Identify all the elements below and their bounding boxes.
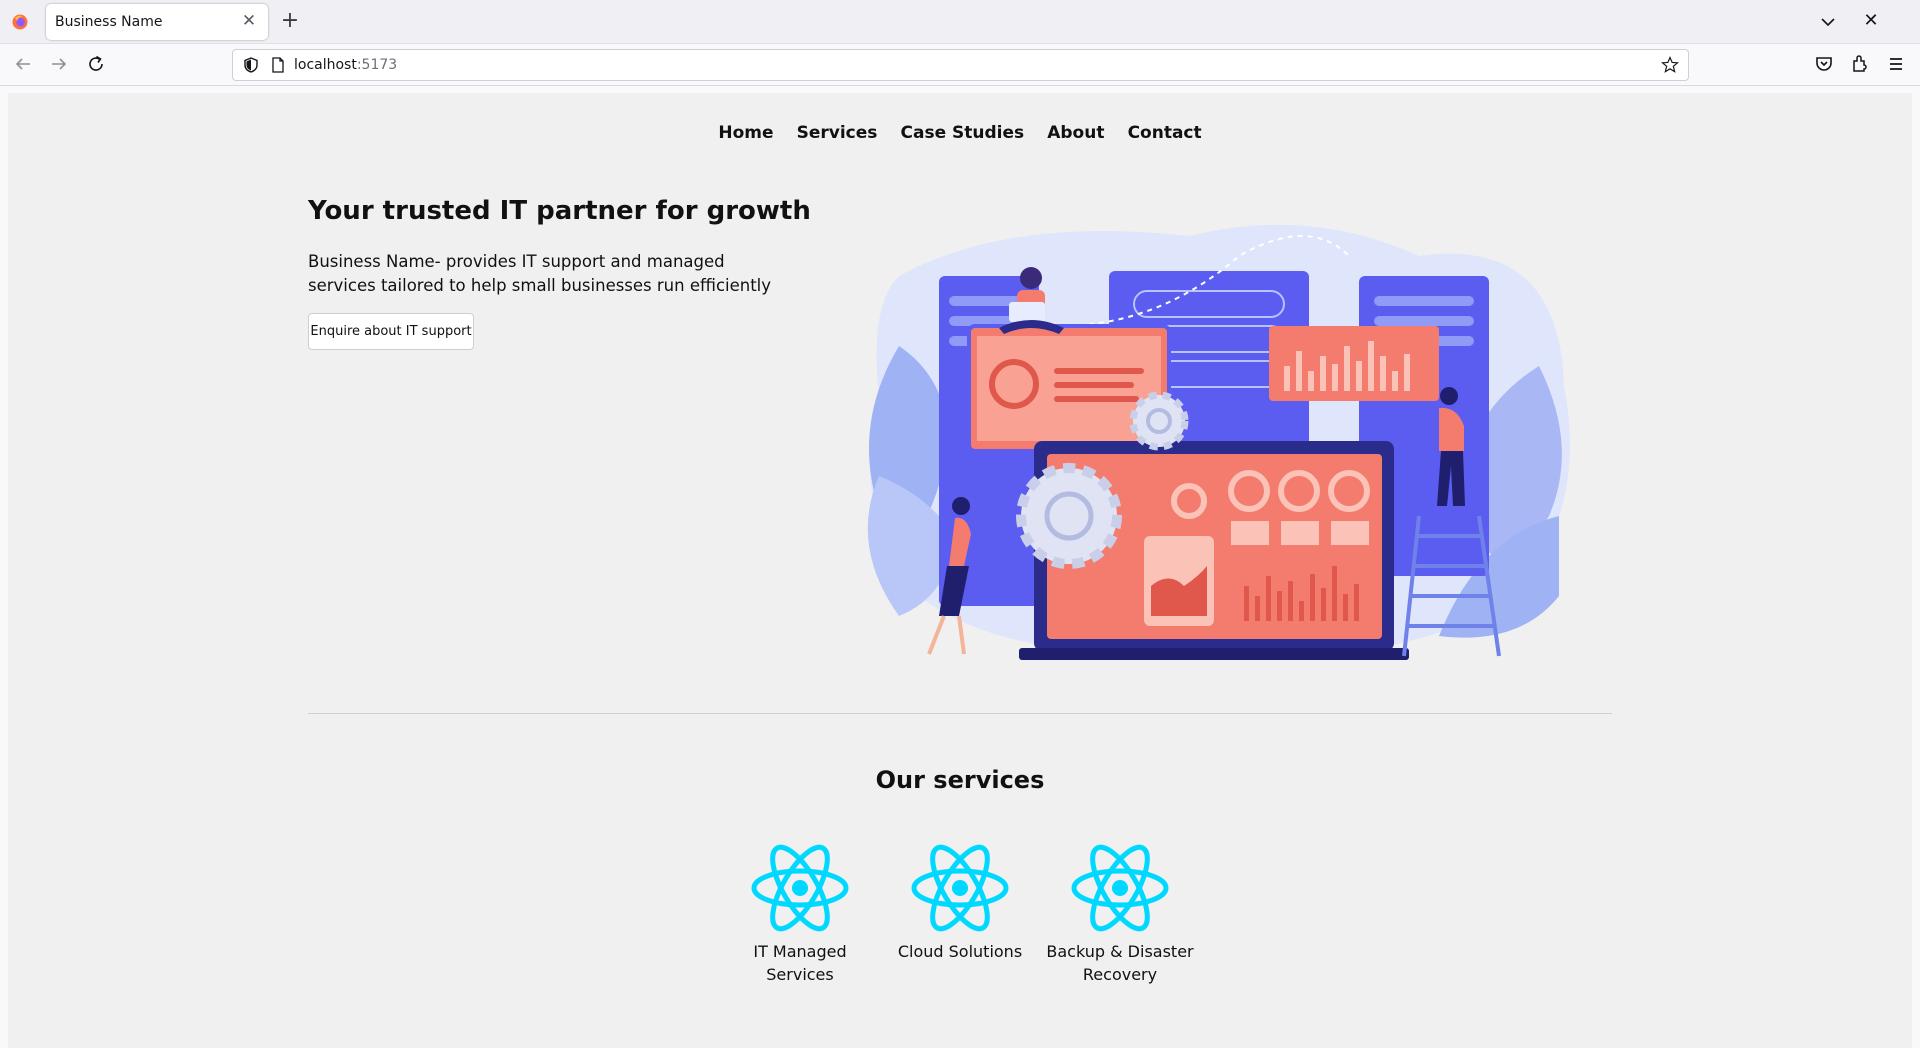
chevron-down-icon[interactable] (1816, 10, 1840, 34)
react-atom-icon (911, 844, 1009, 932)
firefox-logo-icon (12, 14, 28, 30)
url-port: :5173 (356, 57, 398, 73)
react-atom-icon (751, 844, 849, 932)
service-label: Backup & Disaster Recovery (1046, 942, 1194, 984)
url-host: localhost (294, 57, 357, 73)
shield-icon[interactable] (242, 56, 260, 74)
nav-link-home[interactable]: Home (718, 123, 773, 143)
hero-description: Business Name- provides IT support and m… (308, 252, 772, 295)
nav-link-services[interactable]: Services (797, 123, 878, 143)
service-item: Cloud Solutions (885, 843, 1035, 963)
nav-link-contact[interactable]: Contact (1128, 123, 1202, 143)
url-text[interactable]: localhost:5173 (294, 57, 397, 73)
page-viewport: Home Services Case Studies About Contact… (8, 93, 1912, 1048)
window-close-icon[interactable]: ✕ (1859, 9, 1883, 33)
service-item: Backup & Disaster Recovery (1045, 843, 1195, 986)
tab-title: Business Name (55, 14, 163, 30)
browser-tab-strip: Business Name ✕ + ✕ (0, 0, 1920, 44)
browser-tab[interactable]: Business Name ✕ (46, 4, 268, 40)
back-icon[interactable] (11, 52, 35, 76)
close-tab-icon[interactable]: ✕ (238, 10, 260, 32)
hero-illustration (867, 224, 1570, 660)
nav-link-case-studies[interactable]: Case Studies (901, 123, 1025, 143)
reload-icon[interactable] (84, 52, 108, 76)
nav-link-about[interactable]: About (1047, 123, 1104, 143)
site-navigation: Home Services Case Studies About Contact (8, 123, 1912, 143)
section-divider (308, 713, 1612, 714)
services-title: Our services (875, 766, 1045, 794)
service-label: Cloud Solutions (897, 942, 1023, 961)
service-label: IT Managed Services (753, 942, 847, 984)
react-atom-icon (1071, 844, 1169, 932)
service-item: IT Managed Services (725, 843, 875, 986)
pocket-icon[interactable] (1812, 52, 1836, 76)
enquire-button[interactable]: Enquire about IT support (308, 313, 474, 350)
forward-icon[interactable] (47, 52, 71, 76)
plus-icon[interactable]: + (278, 9, 302, 33)
menu-icon[interactable] (1884, 52, 1908, 76)
hero-title: Your trusted IT partner for growth (308, 196, 811, 226)
extensions-icon[interactable] (1848, 52, 1872, 76)
browser-toolbar: localhost:5173 (0, 44, 1920, 86)
page-icon[interactable] (269, 56, 287, 74)
star-icon[interactable] (1660, 55, 1680, 75)
url-bar[interactable]: localhost:5173 (232, 49, 1689, 81)
